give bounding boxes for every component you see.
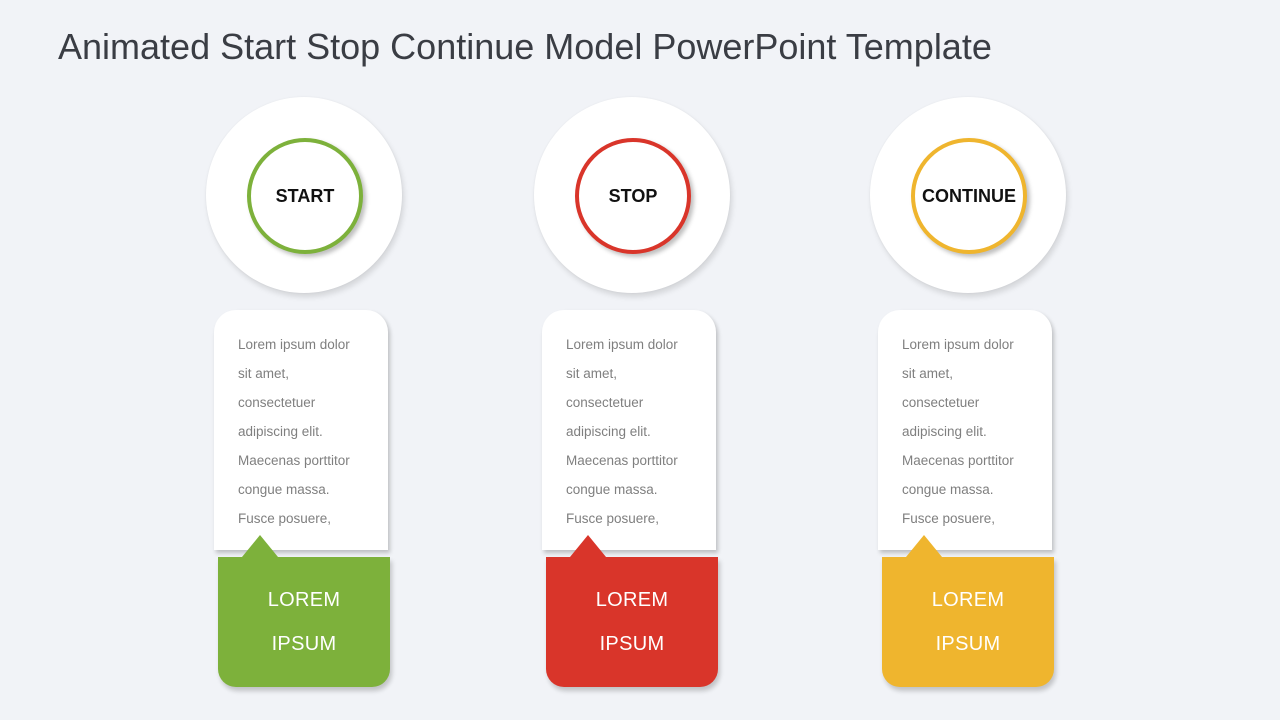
continue-ring: CONTINUE — [911, 138, 1027, 254]
body-line: Fusce posuere, — [238, 511, 332, 526]
footer-line: LOREM — [931, 589, 1005, 611]
continue-pointer-arrow — [906, 535, 942, 557]
footer-line: IPSUM — [935, 633, 1001, 655]
body-line: Lorem ipsum dolor — [902, 337, 1014, 352]
stop-pointer-arrow — [570, 535, 606, 557]
body-line: Maecenas porttitor — [238, 453, 350, 468]
stop-footer-box: LOREM IPSUM — [546, 535, 718, 687]
start-text-card: Lorem ipsum dolor sit amet, consectetuer… — [214, 310, 388, 550]
stop-ring: STOP — [575, 138, 691, 254]
start-ring: START — [247, 138, 363, 254]
body-line: Lorem ipsum dolor — [566, 337, 678, 352]
start-column: START Lorem ipsum dolor sit amet, consec… — [200, 0, 402, 720]
stop-outer-circle: STOP — [534, 97, 730, 293]
body-line: Fusce posuere, — [902, 511, 996, 526]
body-line: adipiscing elit. — [902, 424, 987, 439]
continue-column: CONTINUE Lorem ipsum dolor sit amet, con… — [864, 0, 1066, 720]
body-line: consectetuer — [238, 395, 316, 410]
continue-outer-circle: CONTINUE — [870, 97, 1066, 293]
body-line: adipiscing elit. — [238, 424, 323, 439]
start-label: START — [275, 185, 335, 206]
body-line: sit amet, — [566, 366, 618, 381]
continue-footer-box: LOREM IPSUM — [882, 535, 1054, 687]
start-pointer-arrow — [242, 535, 278, 557]
body-line: Maecenas porttitor — [566, 453, 678, 468]
footer-line: IPSUM — [599, 633, 665, 655]
body-line: Lorem ipsum dolor — [238, 337, 350, 352]
body-line: congue massa. — [566, 482, 658, 497]
start-footer-box: LOREM IPSUM — [218, 535, 390, 687]
body-line: Maecenas porttitor — [902, 453, 1014, 468]
body-line: consectetuer — [902, 395, 980, 410]
body-line: congue massa. — [238, 482, 330, 497]
footer-line: IPSUM — [271, 633, 337, 655]
body-line: sit amet, — [902, 366, 954, 381]
body-line: consectetuer — [566, 395, 644, 410]
body-line: sit amet, — [238, 366, 290, 381]
body-line: adipiscing elit. — [566, 424, 651, 439]
slide-title: Animated Start Stop Continue Model Power… — [58, 26, 992, 67]
start-outer-circle: START — [206, 97, 402, 293]
stop-label: STOP — [608, 185, 658, 206]
stop-text-card: Lorem ipsum dolor sit amet, consectetuer… — [542, 310, 716, 550]
continue-label: CONTINUE — [922, 185, 1016, 206]
body-line: Fusce posuere, — [566, 511, 660, 526]
footer-line: LOREM — [595, 589, 669, 611]
continue-text-card: Lorem ipsum dolor sit amet, consectetuer… — [878, 310, 1052, 550]
footer-line: LOREM — [267, 589, 341, 611]
continue-body-text: Lorem ipsum dolor sit amet, consectetuer… — [902, 330, 1042, 533]
start-body-text: Lorem ipsum dolor sit amet, consectetuer… — [238, 330, 378, 533]
stop-column: STOP Lorem ipsum dolor sit amet, consect… — [528, 0, 730, 720]
body-line: congue massa. — [902, 482, 994, 497]
stop-body-text: Lorem ipsum dolor sit amet, consectetuer… — [566, 330, 706, 533]
